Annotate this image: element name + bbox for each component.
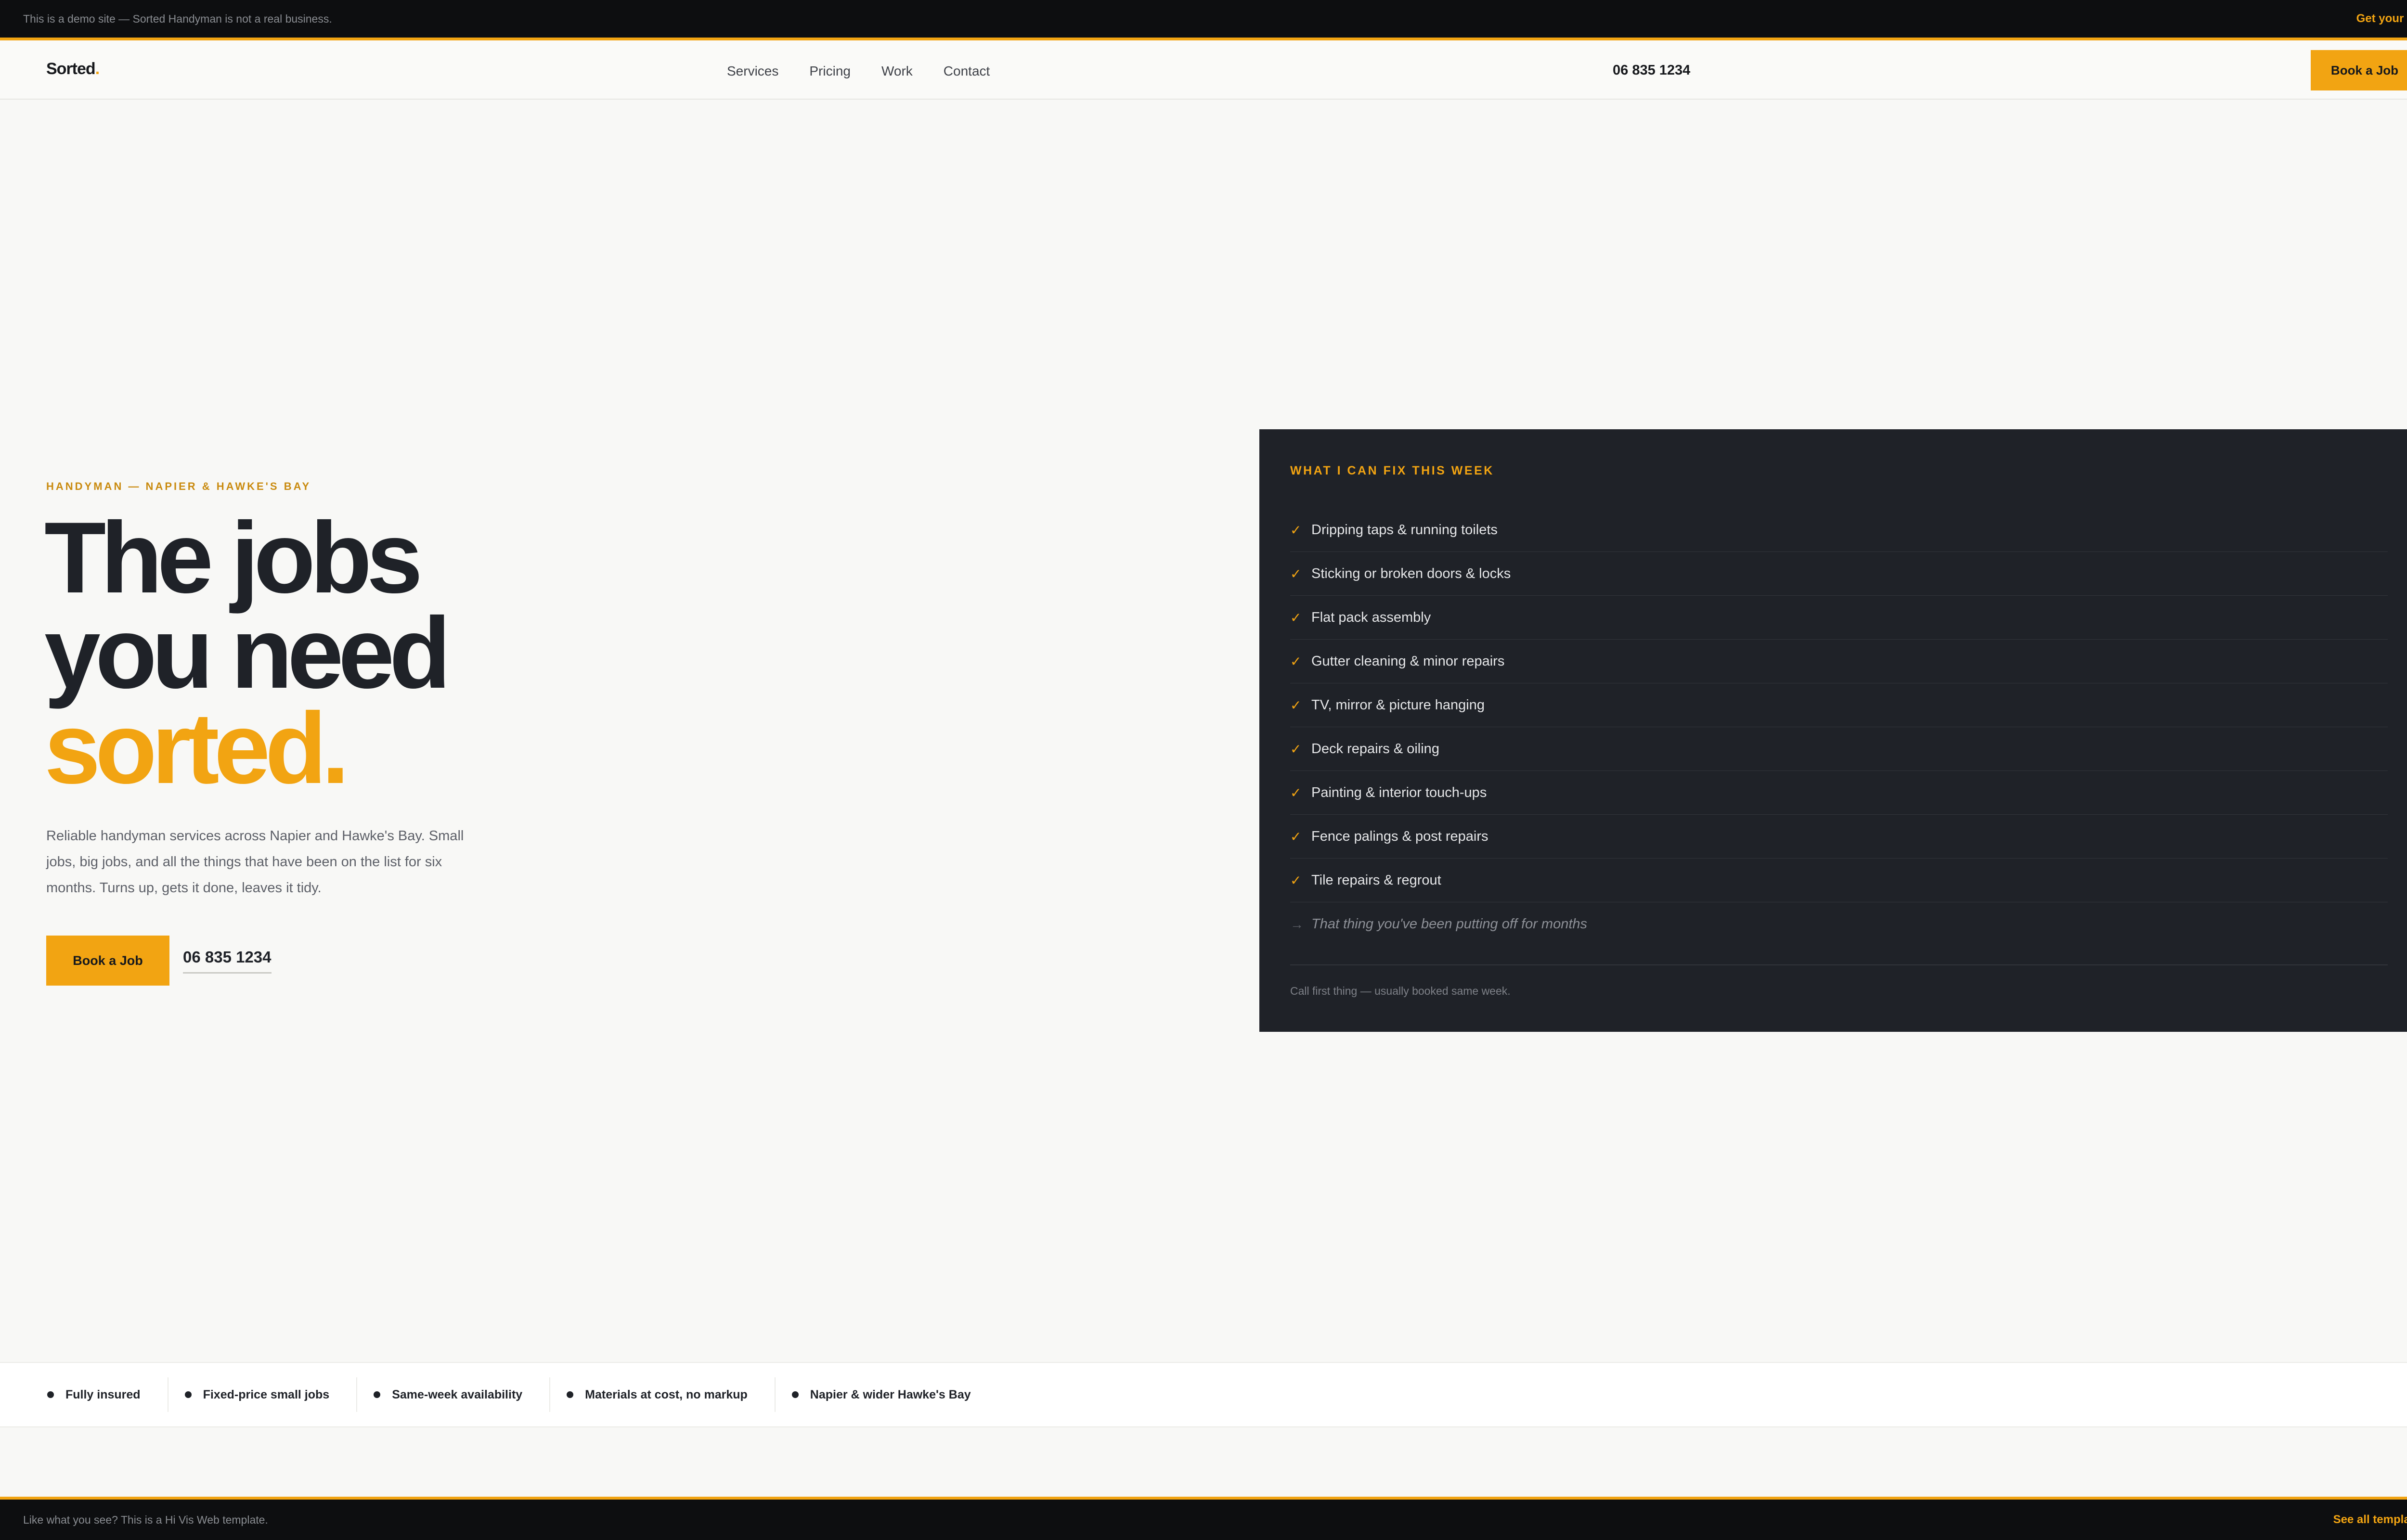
bullet-dot-icon bbox=[567, 1391, 574, 1398]
fix-item-label: Tile repairs & regrout bbox=[1311, 872, 1441, 888]
trust-item: Fixed-price small jobs bbox=[168, 1377, 358, 1412]
site-header: Sorted. Services Pricing Work Contact 06… bbox=[0, 40, 2407, 100]
trust-item-label: Materials at cost, no markup bbox=[585, 1387, 748, 1401]
fix-list: ✓ Dripping taps & running toilets ✓ Sticki… bbox=[1290, 508, 2388, 946]
fix-list-item: ✓ Tile repairs & regrout bbox=[1290, 859, 2388, 902]
get-your-site-link[interactable]: Get your site → bbox=[2356, 12, 2407, 26]
trust-item: Fully insured bbox=[31, 1377, 168, 1412]
headline-accent: sorted. bbox=[44, 692, 349, 805]
check-icon: ✓ bbox=[1290, 566, 1302, 581]
nav-link-pricing[interactable]: Pricing bbox=[809, 64, 851, 79]
hero-book-job-button[interactable]: Book a Job bbox=[46, 936, 169, 986]
fix-item-label: Gutter cleaning & minor repairs bbox=[1311, 653, 1505, 669]
arrow-right-icon: → bbox=[1290, 916, 1304, 932]
bullet-dot-icon bbox=[791, 1391, 799, 1398]
hero-headline: The jobs you need sorted. bbox=[44, 507, 451, 799]
fix-item-label: Deck repairs & oiling bbox=[1311, 741, 1439, 757]
demo-banner-message: This is a demo site — Sorted Handyman is… bbox=[23, 12, 332, 25]
bullet-dot-icon bbox=[47, 1391, 54, 1398]
fix-list-item-more: → That thing you've been putting off for … bbox=[1290, 902, 2388, 946]
nav-link-contact[interactable]: Contact bbox=[944, 64, 990, 79]
check-icon: ✓ bbox=[1290, 741, 1302, 757]
fix-item-label: Dripping taps & running toilets bbox=[1311, 522, 1498, 538]
nav-link-work[interactable]: Work bbox=[881, 64, 913, 79]
logo-dot: . bbox=[95, 60, 100, 78]
fix-list-item: ✓ Gutter cleaning & minor repairs bbox=[1290, 640, 2388, 683]
check-icon: ✓ bbox=[1290, 654, 1302, 669]
fix-item-label: Painting & interior touch-ups bbox=[1311, 784, 1487, 800]
panel-note: Call first thing — usually booked same w… bbox=[1290, 985, 1511, 997]
fix-list-item: ✓ Painting & interior touch-ups bbox=[1290, 771, 2388, 815]
trust-item-label: Same-week availability bbox=[392, 1387, 523, 1401]
check-icon: ✓ bbox=[1290, 829, 1302, 844]
hero-eyebrow: HANDYMAN — NAPIER & HAWKE'S BAY bbox=[46, 480, 311, 492]
check-icon: ✓ bbox=[1290, 522, 1302, 538]
bullet-dot-icon bbox=[374, 1391, 381, 1398]
trust-item: Materials at cost, no markup bbox=[550, 1377, 776, 1412]
trust-item-label: Fixed-price small jobs bbox=[203, 1387, 330, 1401]
trust-item-label: Fully insured bbox=[65, 1387, 141, 1401]
nav-link-services[interactable]: Services bbox=[727, 64, 778, 79]
fix-item-label: That thing you've been putting off for m… bbox=[1311, 916, 1588, 932]
check-icon: ✓ bbox=[1290, 697, 1302, 713]
hero-description: Reliable handyman services across Napier… bbox=[46, 828, 464, 896]
fix-list-panel: WHAT I CAN FIX THIS WEEK ✓ Dripping taps … bbox=[1259, 429, 2407, 1032]
header-book-job-button[interactable]: Book a Job bbox=[2311, 50, 2407, 90]
fix-list-item: ✓ Dripping taps & running toilets bbox=[1290, 508, 2388, 552]
panel-title: WHAT I CAN FIX THIS WEEK bbox=[1290, 464, 1494, 477]
trust-strip: Fully insured Fixed-price small jobs Sam… bbox=[0, 1362, 2407, 1427]
main-nav: Services Pricing Work Contact bbox=[727, 64, 990, 79]
fix-item-label: Flat pack assembly bbox=[1311, 609, 1431, 625]
check-icon: ✓ bbox=[1290, 873, 1302, 888]
fix-list-item: ✓ TV, mirror & picture hanging bbox=[1290, 683, 2388, 727]
fix-item-label: Fence palings & post repairs bbox=[1311, 828, 1488, 844]
hero-phone-link[interactable]: 06 835 1234 bbox=[183, 948, 272, 974]
header-phone-link[interactable]: 06 835 1234 bbox=[1613, 63, 1690, 78]
fix-list-item: ✓ Fence palings & post repairs bbox=[1290, 815, 2388, 859]
fix-item-label: Sticking or broken doors & locks bbox=[1311, 565, 1511, 581]
logo[interactable]: Sorted. bbox=[46, 60, 100, 78]
trust-item: Napier & wider Hawke's Bay bbox=[776, 1377, 998, 1412]
trust-item: Same-week availability bbox=[357, 1377, 551, 1412]
fix-list-item: ✓ Flat pack assembly bbox=[1290, 596, 2388, 640]
logo-text: Sorted bbox=[46, 60, 96, 78]
fix-list-item: ✓ Sticking or broken doors & locks bbox=[1290, 552, 2388, 596]
template-footer-banner: Like what you see? This is a Hi Vis Web … bbox=[0, 1497, 2407, 1540]
panel-divider bbox=[1290, 964, 2388, 965]
see-all-templates-link[interactable]: See all templates → bbox=[2333, 1513, 2407, 1527]
bullet-dot-icon bbox=[184, 1391, 192, 1398]
fix-list-item: ✓ Deck repairs & oiling bbox=[1290, 727, 2388, 771]
demo-banner: This is a demo site — Sorted Handyman is… bbox=[0, 0, 2407, 40]
trust-item-label: Napier & wider Hawke's Bay bbox=[810, 1387, 971, 1401]
check-icon: ✓ bbox=[1290, 785, 1302, 800]
footer-banner-message: Like what you see? This is a Hi Vis Web … bbox=[23, 1513, 268, 1526]
fix-item-label: TV, mirror & picture hanging bbox=[1311, 697, 1485, 713]
check-icon: ✓ bbox=[1290, 610, 1302, 625]
